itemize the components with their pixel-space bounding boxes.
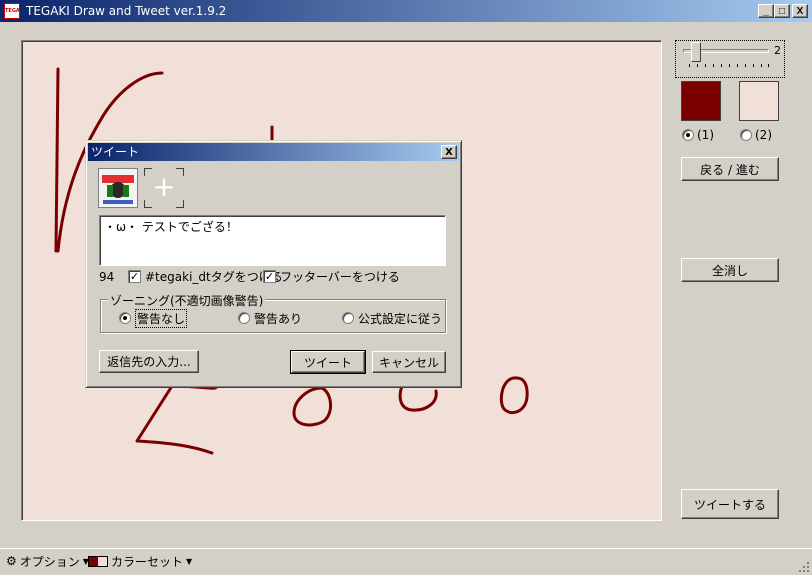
options-label: オプション (19, 554, 80, 569)
zoning-option-warn[interactable]: 警告あり (238, 310, 302, 326)
hashtag-checkbox-row[interactable]: ✓ #tegaki_dtタグをつける (128, 268, 283, 284)
zoning-radio-warn[interactable] (238, 312, 250, 324)
zoning-radio-none[interactable] (119, 312, 131, 324)
cancel-button[interactable]: キャンセル (372, 351, 446, 373)
footer-checkbox-row[interactable]: ✓ フッターバーをつける (263, 268, 400, 284)
dialog-close-button[interactable]: X (441, 145, 457, 159)
title-bar[interactable]: TEGAKI TEGAKI Draw and Tweet ver.1.9.2 _… (0, 0, 812, 22)
options-menu[interactable]: ⚙ オプション ▼ (6, 553, 89, 569)
radio-2-label: (2) (755, 128, 772, 142)
footer-label: フッターバーをつける (280, 269, 400, 284)
colorset-label: カラーセット (111, 554, 184, 569)
minimize-button[interactable]: _ (758, 4, 774, 18)
add-image-button[interactable]: + (144, 168, 184, 208)
colorset-icon-color1 (89, 556, 98, 566)
maximize-button[interactable]: □ (774, 4, 790, 18)
colorset-menu[interactable]: カラーセット ▼ (88, 553, 192, 569)
radio-2-indicator[interactable] (740, 129, 752, 141)
color-radio-2[interactable]: (2) (740, 127, 772, 143)
zoning-option-none[interactable]: 警告なし (119, 308, 188, 328)
zoning-label-official: 公式設定に従う (358, 311, 443, 326)
stroke-6 (398, 384, 438, 412)
thumbnail-image (99, 169, 137, 207)
color-swatch-1[interactable] (681, 81, 721, 121)
color-radio-1[interactable]: (1) (682, 127, 714, 143)
dropdown-arrow-icon: ▼ (186, 556, 193, 566)
close-button[interactable]: X (792, 4, 808, 18)
colorset-icon-color2 (98, 556, 107, 566)
dialog-title[interactable]: ツイート (88, 143, 459, 161)
color-swatch-2[interactable] (739, 81, 779, 121)
stroke-1 (54, 67, 60, 253)
char-count: 94 (99, 270, 115, 284)
hashtag-checkbox[interactable]: ✓ (128, 269, 141, 283)
zoning-label-none: 警告なし (135, 308, 188, 328)
zoning-option-official[interactable]: 公式設定に従う (342, 310, 442, 326)
tweet-submit-button[interactable]: ツイート (290, 350, 366, 374)
tweet-text-input[interactable] (99, 215, 446, 266)
zoning-legend: ゾーニング(不適切画像警告) (108, 292, 266, 309)
tweet-open-button[interactable]: ツイートする (681, 489, 779, 519)
zoning-label-warn: 警告あり (254, 311, 303, 326)
plus-icon: + (152, 170, 176, 203)
radio-1-indicator[interactable] (682, 129, 694, 141)
radio-1-label: (1) (697, 128, 714, 142)
undo-redo-button[interactable]: 戻る / 進む (681, 157, 779, 181)
zoning-radio-official[interactable] (342, 312, 354, 324)
reply-to-button[interactable]: 返信先の入力... (99, 350, 199, 373)
footer-checkbox[interactable]: ✓ (263, 269, 276, 283)
window-title: TEGAKI Draw and Tweet ver.1.9.2 (26, 4, 227, 18)
brush-size-slider-thumb[interactable] (691, 42, 701, 62)
colorset-icon (88, 555, 108, 567)
image-thumbnail[interactable] (98, 168, 138, 208)
stroke-7 (499, 376, 529, 414)
stroke-4 (135, 384, 219, 455)
clear-all-button[interactable]: 全消し (681, 258, 779, 282)
resize-grip-icon[interactable] (798, 561, 810, 573)
gear-icon: ⚙ (6, 554, 17, 568)
slider-ticks (689, 64, 769, 67)
brush-size-value: 2 (774, 44, 781, 57)
app-icon: TEGAKI (4, 3, 20, 19)
stroke-5 (292, 386, 332, 427)
